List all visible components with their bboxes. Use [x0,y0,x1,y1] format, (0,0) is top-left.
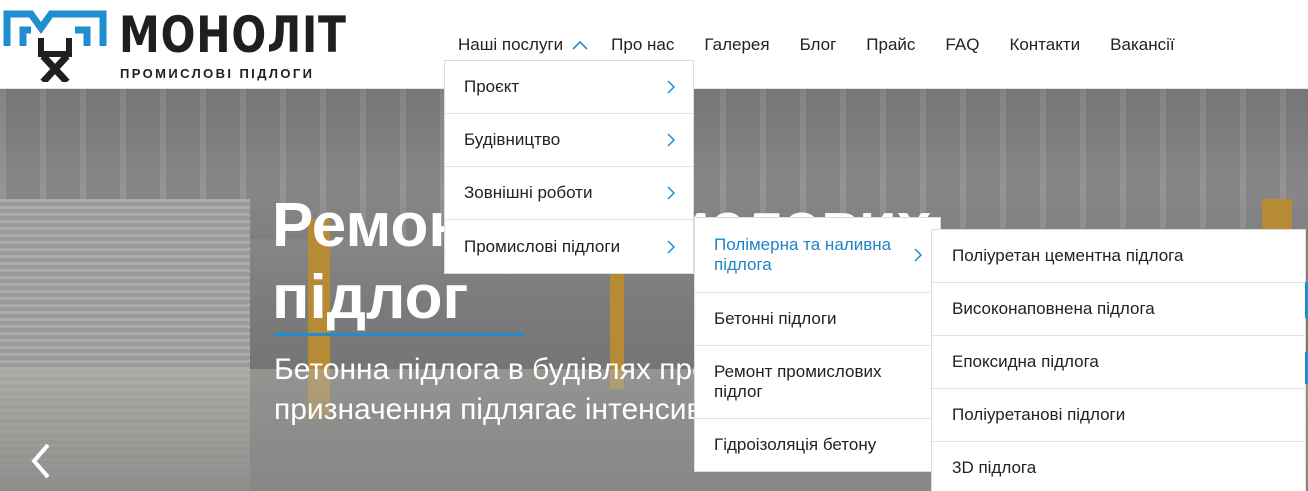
menu-item-polymer-floor[interactable]: Полімерна та наливна підлога [695,218,940,293]
chevron-right-icon [914,248,923,262]
nav-item-gallery[interactable]: Галерея [704,35,769,55]
nav-item-about[interactable]: Про нас [611,35,674,55]
menu-item-polyurethane[interactable]: Поліуретанові підлоги [932,389,1305,442]
menu-item-industrial-floors[interactable]: Промислові підлоги [445,220,693,273]
logo[interactable]: МОНОЛІТ ПРОМИСЛОВІ ПІДЛОГИ [3,4,346,84]
menu-item-label: Епоксидна підлога [952,352,1099,371]
nav-item-price[interactable]: Прайс [866,35,915,55]
chevron-right-icon [667,186,676,200]
menu-item-label: Промислові підлоги [464,236,621,256]
menu-item-3d-floor[interactable]: 3D підлога [932,442,1305,491]
chevron-right-icon [667,133,676,147]
menu-item-label: Ремонт промислових підлог [714,362,882,401]
nav-item-services[interactable]: Наші послуги [458,35,589,55]
menu-item-label: Поліуретан цементна підлога [952,246,1184,265]
menu-item-label: Високонаповнена підлога [952,299,1155,318]
logo-mark-icon [3,10,107,82]
menu-item-polyurethane-cement[interactable]: Поліуретан цементна підлога [932,230,1305,283]
menu-item-epoxy[interactable]: Епоксидна підлога [932,336,1305,389]
chevron-left-icon[interactable] [26,441,56,481]
nav-item-contacts[interactable]: Контакти [1009,35,1080,55]
industrial-floors-submenu: Полімерна та наливна підлога Бетонні під… [694,217,941,472]
menu-item-label: Полімерна та наливна підлога [714,235,892,274]
menu-item-label: Бетонні підлоги [714,309,837,328]
nav-item-vacancies[interactable]: Вакансії [1110,35,1174,55]
menu-item-label: Поліуретанові підлоги [952,405,1126,424]
logo-tagline: ПРОМИСЛОВІ ПІДЛОГИ [120,66,315,81]
chevron-right-icon [667,80,676,94]
menu-item-waterproofing[interactable]: Гідроізоляція бетону [695,419,940,471]
menu-item-label: 3D підлога [952,458,1037,477]
menu-item-highly-filled[interactable]: Високонаповнена підлога [932,283,1305,336]
menu-item-exterior-works[interactable]: Зовнішні роботи [445,167,693,220]
menu-item-project[interactable]: Проєкт [445,61,693,114]
menu-item-label: Проєкт [464,77,520,96]
menu-item-label: Зовнішні роботи [464,183,593,202]
menu-item-label: Гідроізоляція бетону [714,435,877,454]
menu-item-floor-repair[interactable]: Ремонт промислових підлог [695,346,940,419]
chevron-right-icon [667,239,676,254]
polymer-floor-submenu: Поліуретан цементна підлога Високонаповн… [931,229,1306,491]
menu-item-label: Будівництво [464,130,561,149]
nav-item-label: Наші послуги [458,35,564,54]
logo-wordmark: МОНОЛІТ [119,6,347,64]
chevron-up-icon [572,40,588,50]
menu-item-construction[interactable]: Будівництво [445,114,693,167]
services-dropdown: Проєкт Будівництво Зовнішні роботи Проми… [444,60,694,274]
nav-item-blog[interactable]: Блог [800,35,837,55]
menu-item-concrete-floors[interactable]: Бетонні підлоги [695,293,940,346]
hero-title-underline [274,333,524,336]
nav-item-faq[interactable]: FAQ [945,35,979,55]
main-nav: Наші послуги Про нас Галерея Блог Прайс … [458,33,1205,57]
